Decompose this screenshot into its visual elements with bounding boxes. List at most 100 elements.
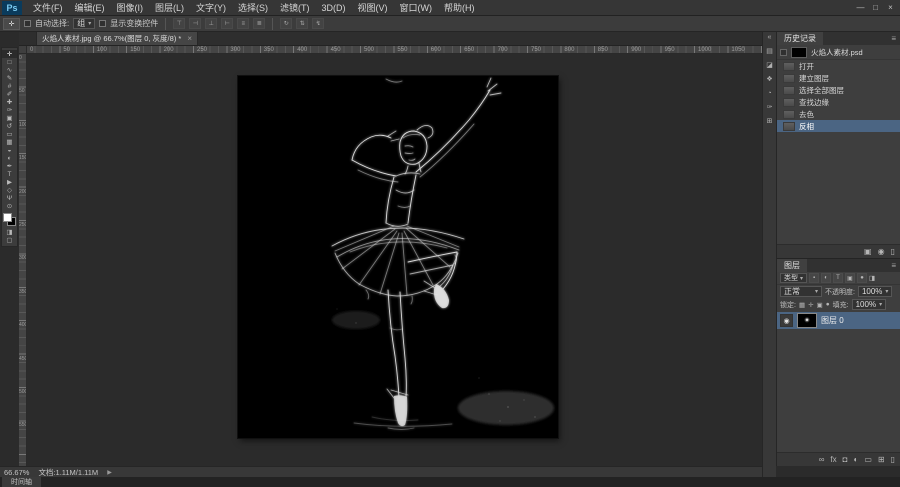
show-transform-checkbox[interactable] <box>99 20 107 27</box>
filter-adjustment-layers-icon[interactable]: ◐ <box>821 273 832 283</box>
layer-row-0[interactable]: ◉ 图层 0 <box>777 312 900 329</box>
clone-stamp-tool[interactable]: ▣ <box>2 114 17 122</box>
color-panel-icon[interactable]: ▤ <box>766 48 773 56</box>
menu-file[interactable]: 文件(F) <box>27 0 69 16</box>
history-snapshot-row[interactable]: 火焰人素材.psd <box>777 45 900 60</box>
marquee-tool[interactable]: □ <box>2 58 17 66</box>
screen-mode-button[interactable]: ▢ <box>2 236 17 244</box>
minimize-button[interactable]: — <box>853 1 868 15</box>
filter-smart-objects-icon[interactable]: ● <box>857 273 868 283</box>
new-document-from-state-icon[interactable]: ▣ <box>864 247 872 256</box>
shape-tool[interactable]: ◇ <box>2 186 17 194</box>
auto-select-dropdown[interactable]: 组 ▾ <box>73 18 96 29</box>
move-tool[interactable]: ✛ <box>2 50 17 58</box>
document-tab[interactable]: 火焰人素材.jpg @ 66.7%(图层 0, 灰度/8) * × <box>36 31 198 45</box>
menu-help[interactable]: 帮助(H) <box>438 0 481 16</box>
new-layer-icon[interactable]: ⊞ <box>878 455 885 464</box>
align-left-edges-icon[interactable]: ⊣ <box>189 18 202 29</box>
history-brush-tool[interactable]: ↺ <box>2 122 17 130</box>
panel-menu-icon[interactable]: ≡ <box>887 34 900 43</box>
ruler-vertical[interactable]: 0 50 100 150 200 250 300 350 400 450 500 550 <box>19 54 27 466</box>
path-selection-tool[interactable]: ▶ <box>2 178 17 186</box>
menu-image[interactable]: 图像(I) <box>111 0 150 16</box>
menu-3d[interactable]: 3D(D) <box>316 0 352 16</box>
eyedropper-tool[interactable]: ✐ <box>2 90 17 98</box>
healing-brush-tool[interactable]: ✚ <box>2 98 17 106</box>
align-centers-icon[interactable]: ≡ <box>237 18 250 29</box>
hand-tool[interactable]: Ψ <box>2 194 17 202</box>
collapse-panels-icon[interactable]: « <box>768 34 772 42</box>
filter-toggle-icon[interactable]: ◨ <box>869 274 875 282</box>
history-brush-source-checkbox[interactable] <box>780 48 787 56</box>
auto-select-checkbox[interactable] <box>24 20 31 27</box>
layer-visibility-eye-icon[interactable]: ◉ <box>780 314 793 327</box>
history-step-find-edges[interactable]: 查找边缘 <box>777 96 900 108</box>
styles-panel-icon[interactable]: ❖ <box>766 76 772 84</box>
blur-tool[interactable]: ◒ <box>2 146 17 154</box>
new-snapshot-icon[interactable]: ◉ <box>878 247 885 256</box>
status-flyout-icon[interactable]: ▶ <box>107 469 112 476</box>
menu-type[interactable]: 文字(Y) <box>190 0 232 16</box>
filter-shape-layers-icon[interactable]: ▣ <box>845 273 856 283</box>
tab-timeline[interactable]: 时间轴 <box>2 477 41 487</box>
info-panel-icon[interactable]: ◔ <box>767 90 771 98</box>
delete-state-icon[interactable]: ▯ <box>891 247 895 256</box>
layer-filter-dropdown[interactable]: 类型 ▾ <box>780 273 808 283</box>
adjustments-panel-icon[interactable]: ◪ <box>766 62 773 70</box>
fill-field[interactable]: 100% ▾ <box>851 299 887 310</box>
history-step-invert[interactable]: 反相 <box>777 120 900 132</box>
adjustment-layer-icon[interactable]: ◐ <box>853 455 858 464</box>
brush-tool[interactable]: ✑ <box>2 106 17 114</box>
3d-roll-icon[interactable]: ⇅ <box>296 18 309 29</box>
filter-pixel-layers-icon[interactable]: ▪ <box>809 273 820 283</box>
menu-filter[interactable]: 滤镜(T) <box>274 0 316 16</box>
filter-type-layers-icon[interactable]: T <box>833 273 844 283</box>
lock-position-icon[interactable]: ✛ <box>808 301 813 309</box>
canvas-area[interactable] <box>27 54 762 466</box>
photoshop-logo[interactable]: Ps <box>2 0 22 15</box>
menu-view[interactable]: 视图(V) <box>352 0 394 16</box>
brush-panel-icon[interactable]: ✑ <box>767 104 773 112</box>
menu-window[interactable]: 窗口(W) <box>394 0 439 16</box>
distribute-icon[interactable]: ≣ <box>253 18 266 29</box>
zoom-tool[interactable]: ⊙ <box>2 202 17 210</box>
menu-edit[interactable]: 编辑(E) <box>69 0 111 16</box>
layer-style-icon[interactable]: fx <box>830 455 836 464</box>
quick-mask-button[interactable]: ◨ <box>2 228 17 236</box>
lock-transparency-icon[interactable]: ▦ <box>799 301 805 309</box>
lock-all-icon[interactable]: ● <box>826 301 830 308</box>
maximize-button[interactable]: □ <box>868 1 883 15</box>
panel-menu-icon[interactable]: ≡ <box>887 261 900 270</box>
foreground-color-swatch[interactable] <box>3 213 12 222</box>
delete-layer-icon[interactable]: ▯ <box>891 455 895 464</box>
tab-layers[interactable]: 图层 <box>777 259 807 272</box>
menu-select[interactable]: 选择(S) <box>232 0 274 16</box>
opacity-field[interactable]: 100% ▾ <box>857 286 893 297</box>
ruler-origin[interactable] <box>19 46 27 54</box>
type-tool[interactable]: T <box>2 170 17 178</box>
align-top-edges-icon[interactable]: ⊤ <box>173 18 186 29</box>
tab-history[interactable]: 历史记录 <box>777 32 823 45</box>
add-layer-mask-icon[interactable]: ◘ <box>843 455 848 464</box>
history-step-open[interactable]: 打开 <box>777 60 900 72</box>
align-right-edges-icon[interactable]: ⊢ <box>221 18 234 29</box>
document-canvas[interactable] <box>238 76 558 438</box>
link-layers-icon[interactable]: ∞ <box>819 455 825 464</box>
align-bottom-edges-icon[interactable]: ⊥ <box>205 18 218 29</box>
close-button[interactable]: × <box>883 1 898 15</box>
history-step-desaturate[interactable]: 去色 <box>777 108 900 120</box>
layer-thumbnail[interactable] <box>797 313 817 328</box>
gradient-tool[interactable]: ▦ <box>2 138 17 146</box>
clone-source-panel-icon[interactable]: ⊞ <box>767 118 773 126</box>
blend-mode-dropdown[interactable]: 正常 ▾ <box>780 286 822 297</box>
history-step-make-layer[interactable]: 建立图层 <box>777 72 900 84</box>
lock-pixels-icon[interactable]: ▣ <box>817 301 823 309</box>
lasso-tool[interactable]: ∿ <box>2 66 17 74</box>
history-step-select-all-layers[interactable]: 选择全部图层 <box>777 84 900 96</box>
quick-selection-tool[interactable]: ✎ <box>2 74 17 82</box>
zoom-level-field[interactable]: 66.67% <box>4 468 29 477</box>
menu-layer[interactable]: 图层(L) <box>149 0 190 16</box>
layer-name[interactable]: 图层 0 <box>821 315 844 326</box>
crop-tool[interactable]: # <box>2 82 17 90</box>
tab-close-icon[interactable]: × <box>187 34 192 43</box>
